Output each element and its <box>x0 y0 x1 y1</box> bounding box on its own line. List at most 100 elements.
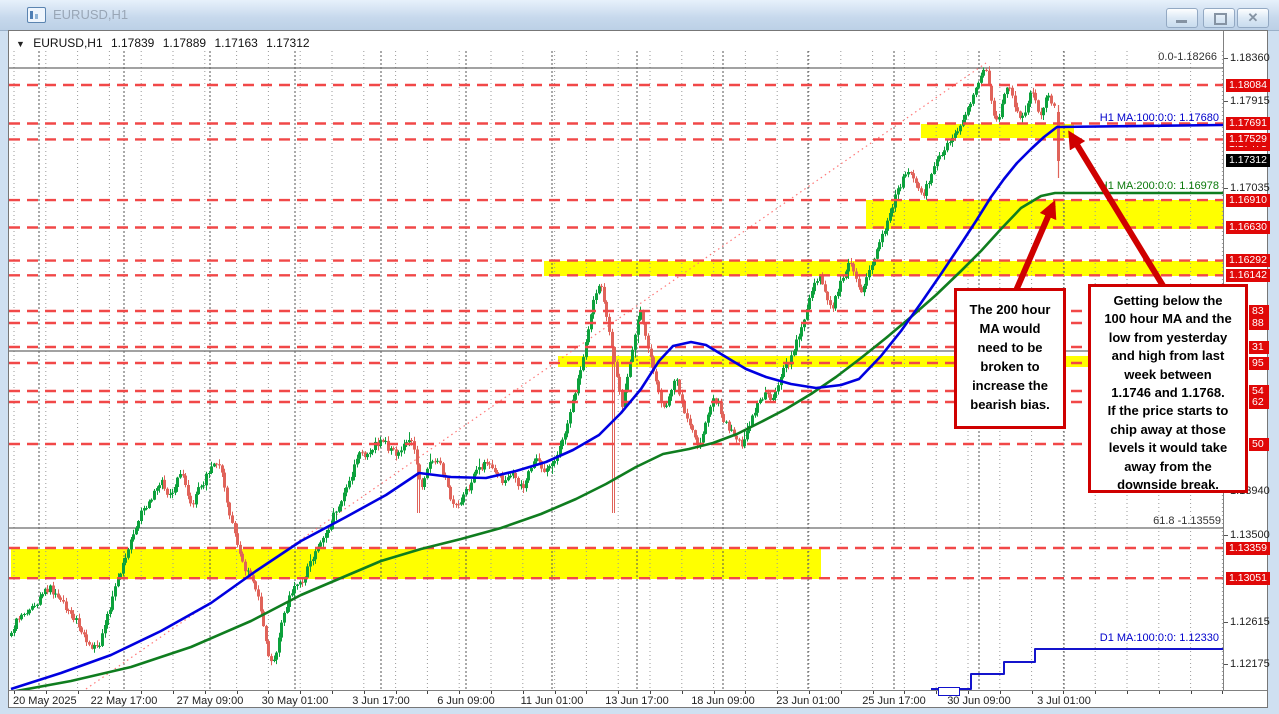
price-level-badge: 1.16292 <box>1226 254 1270 267</box>
price-level-badge-partial: 88 <box>1249 317 1269 330</box>
time-tick-mark <box>523 691 524 694</box>
restore-icon <box>1214 13 1227 25</box>
close-icon: ✕ <box>1238 10 1268 26</box>
time-tick-mark <box>586 691 587 694</box>
highlight-zone[interactable] <box>866 200 1223 229</box>
ma-100-d1-label: D1 MA:100:0:0: 1.12330 <box>1100 632 1219 644</box>
restore-button[interactable] <box>1203 8 1235 28</box>
price-tick-mark <box>1224 664 1228 665</box>
ohlc-header: ▼ EURUSD,H1 1.17839 1.17889 1.17163 1.17… <box>16 36 315 50</box>
time-tick-mark <box>109 691 110 694</box>
time-tick-mark <box>364 691 365 694</box>
chart-widget: ▼ EURUSD,H1 1.17839 1.17889 1.17163 1.17… <box>8 30 1268 708</box>
chart-window-icon <box>27 7 46 23</box>
time-tick-mark <box>237 691 238 694</box>
time-tick-mark <box>841 691 842 694</box>
time-tick-mark <box>745 691 746 694</box>
price-level-badge: 1.18084 <box>1226 79 1270 92</box>
minimize-button[interactable] <box>1166 8 1198 28</box>
time-tick-mark <box>300 691 301 694</box>
price-level-badge-partial: 31 <box>1249 341 1269 354</box>
time-tick-mark <box>427 691 428 694</box>
time-tick-mark <box>78 691 79 694</box>
time-tick-label: 30 May 01:00 <box>262 695 329 707</box>
time-tick-label: 3 Jul 01:00 <box>1037 695 1091 707</box>
time-tick-label: 13 Jun 17:00 <box>605 695 669 707</box>
price-level-badge: 1.17529 <box>1226 133 1270 146</box>
header-open: 1.17839 <box>111 36 154 50</box>
time-tick-mark <box>1063 691 1064 694</box>
price-level-badge-partial: 50 <box>1249 438 1269 451</box>
time-tick-mark <box>714 691 715 694</box>
time-tick-label: 23 Jun 01:00 <box>776 695 840 707</box>
price-level-badge: 1.13051 <box>1226 572 1270 585</box>
time-tick-mark <box>968 691 969 694</box>
time-tick-mark <box>459 691 460 694</box>
annotation-text-2: Getting below the 100 hour MA and the lo… <box>1104 293 1231 492</box>
time-tick-label: 22 May 17:00 <box>91 695 158 707</box>
header-low: 1.17163 <box>214 36 257 50</box>
close-button[interactable]: ✕ <box>1237 8 1269 28</box>
price-level-badge: 1.16910 <box>1226 194 1270 207</box>
annotation-box-100ma[interactable]: Getting below the 100 hour MA and the lo… <box>1088 284 1248 493</box>
time-tick-label: 20 May 2025 <box>13 695 77 707</box>
time-tick-mark <box>936 691 937 694</box>
header-close: 1.17312 <box>266 36 309 50</box>
price-level-badge: 1.16630 <box>1226 221 1270 234</box>
time-tick-mark <box>1032 691 1033 694</box>
time-tick-mark <box>682 691 683 694</box>
current-price-badge: 1.17312 <box>1226 154 1270 167</box>
time-tick-mark <box>268 691 269 694</box>
price-tick-mark <box>1224 58 1228 59</box>
header-high: 1.17889 <box>163 36 206 50</box>
price-tick-mark <box>1224 101 1228 102</box>
price-tick-label: 1.17915 <box>1230 95 1270 107</box>
time-axis-object-marker <box>938 687 960 696</box>
price-tick-mark <box>1224 535 1228 536</box>
time-tick-mark <box>1159 691 1160 694</box>
minimize-icon <box>1176 20 1187 23</box>
time-tick-mark <box>14 691 15 694</box>
time-tick-mark <box>46 691 47 694</box>
price-tick-label: 1.13500 <box>1230 529 1270 541</box>
time-tick-mark <box>618 691 619 694</box>
time-tick-mark <box>1000 691 1001 694</box>
fib-61-8-label: 61.8 -1.13559 <box>1153 515 1221 527</box>
time-tick-mark <box>173 691 174 694</box>
time-tick-mark <box>1127 691 1128 694</box>
time-tick-label: 11 Jun 01:00 <box>521 695 584 707</box>
fib-0-label: 0.0-1.18266 <box>1158 51 1217 63</box>
price-tick-label: 1.12175 <box>1230 658 1270 670</box>
price-tick-label: 1.17035 <box>1230 182 1270 194</box>
header-symbol: EURUSD,H1 <box>33 36 102 50</box>
time-tick-label: 18 Jun 09:00 <box>691 695 755 707</box>
time-tick-mark <box>332 691 333 694</box>
window-title: EURUSD,H1 <box>53 7 128 22</box>
time-tick-mark <box>205 691 206 694</box>
ma-d1-line[interactable] <box>931 649 1223 689</box>
time-tick-mark <box>1095 691 1096 694</box>
time-tick-mark <box>491 691 492 694</box>
time-tick-label: 27 May 09:00 <box>177 695 244 707</box>
time-tick-label: 6 Jun 09:00 <box>437 695 495 707</box>
time-tick-mark <box>777 691 778 694</box>
price-level-badge: 1.16142 <box>1226 269 1270 282</box>
price-level-badge-partial: 62 <box>1249 396 1269 409</box>
time-tick-label: 25 Jun 17:00 <box>862 695 926 707</box>
price-tick-label: 1.12615 <box>1230 616 1270 628</box>
annotation-box-200ma[interactable]: The 200 hour MA would need to be broken … <box>954 288 1066 429</box>
annotation-text-1: The 200 hour MA would need to be broken … <box>970 302 1051 412</box>
time-tick-label: 3 Jun 17:00 <box>352 695 410 707</box>
highlight-zone[interactable] <box>11 549 821 579</box>
title-bar: EURUSD,H1 ✕ <box>0 0 1279 31</box>
time-axis[interactable]: 20 May 2025 22 May 17:00 27 May 09:00 30 Ma… <box>9 691 1267 709</box>
price-tick-mark <box>1224 622 1228 623</box>
time-tick-label: 30 Jun 09:00 <box>947 695 1011 707</box>
expander-arrow-icon[interactable]: ▼ <box>16 39 25 49</box>
time-tick-mark <box>555 691 556 694</box>
time-tick-mark <box>873 691 874 694</box>
time-tick-mark <box>650 691 651 694</box>
highlight-zone[interactable] <box>544 261 1223 276</box>
price-level-badge: 1.13359 <box>1226 542 1270 555</box>
time-tick-mark <box>396 691 397 694</box>
